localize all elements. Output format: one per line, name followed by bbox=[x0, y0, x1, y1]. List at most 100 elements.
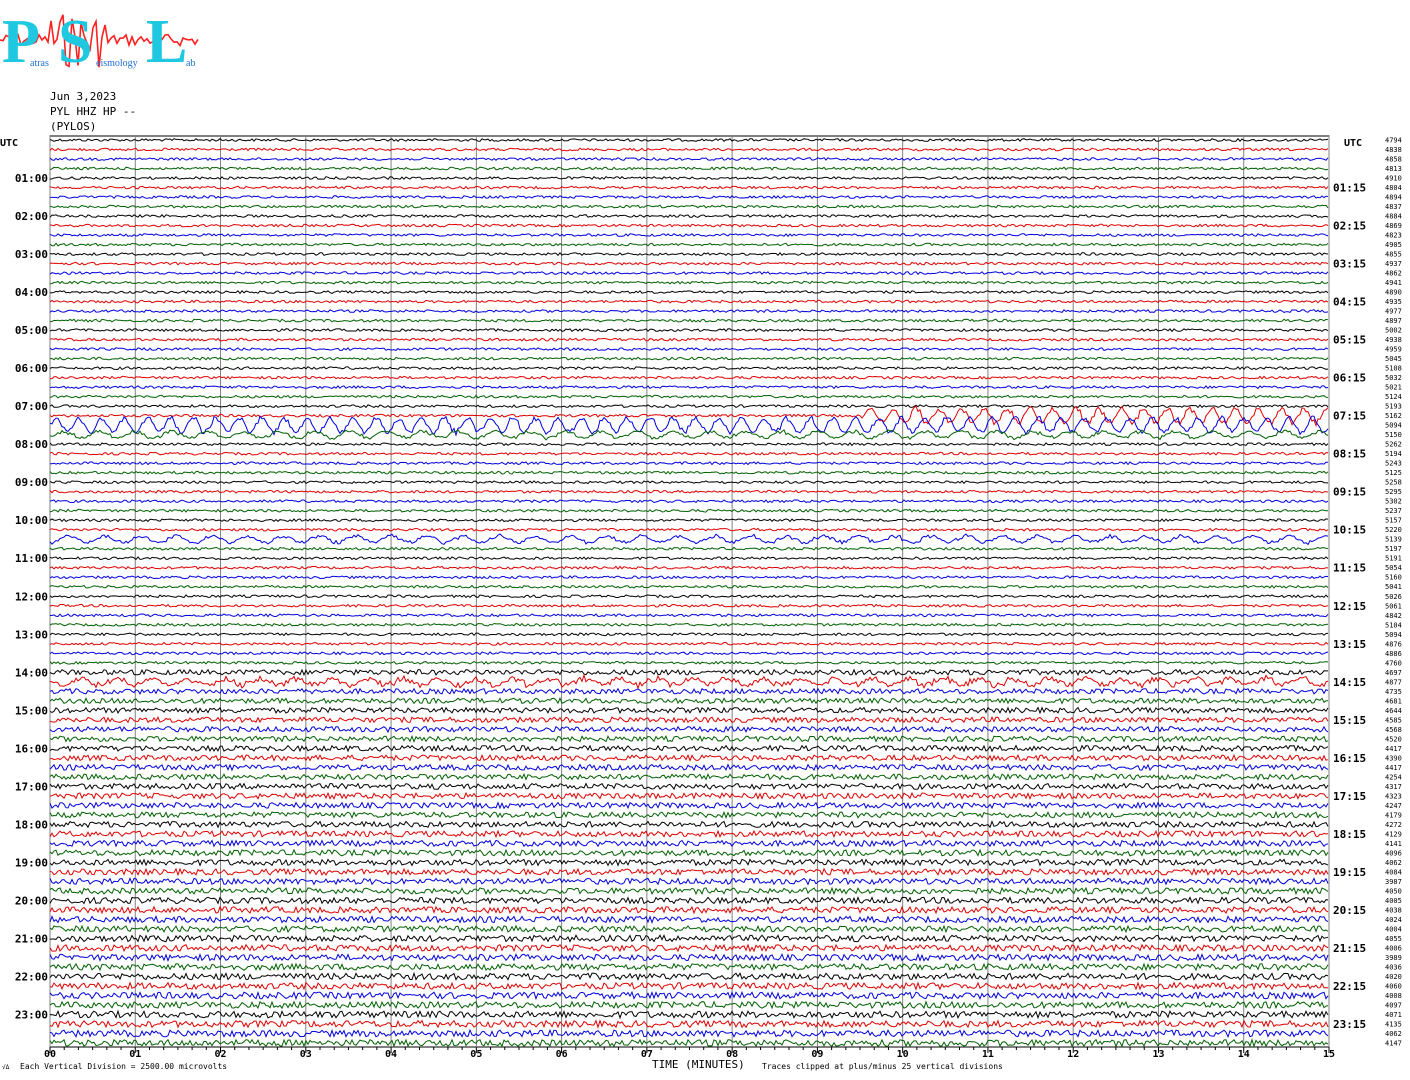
trace-value: 5302 bbox=[1385, 498, 1402, 506]
trace-value: 4804 bbox=[1385, 184, 1402, 192]
x-tick-label: 13 bbox=[1152, 1049, 1164, 1060]
hour-label-left: 02:00 bbox=[15, 210, 48, 223]
hour-label-right: 19:15 bbox=[1333, 866, 1366, 879]
trace-value: 4838 bbox=[1385, 146, 1402, 154]
trace-line bbox=[49, 673, 1329, 690]
trace-value: 4096 bbox=[1385, 849, 1402, 857]
trace-value: 4644 bbox=[1385, 707, 1402, 715]
right-axis-title: UTC bbox=[1344, 138, 1362, 149]
hour-label-left: 10:00 bbox=[15, 514, 48, 527]
trace-line bbox=[49, 660, 1329, 665]
trace-line bbox=[49, 725, 1329, 734]
trace-value: 5125 bbox=[1385, 469, 1402, 477]
trace-value: 4272 bbox=[1385, 821, 1402, 829]
trace-line bbox=[49, 404, 1329, 409]
trace-line bbox=[49, 575, 1329, 580]
trace-line bbox=[50, 613, 1329, 618]
trace-line bbox=[49, 1038, 1329, 1048]
trace-value: 5061 bbox=[1385, 602, 1402, 610]
trace-line bbox=[49, 848, 1329, 857]
x-tick-label: 10 bbox=[897, 1049, 909, 1060]
hour-label-left: 16:00 bbox=[15, 742, 48, 755]
x-tick-label: 09 bbox=[811, 1049, 823, 1060]
trace-value: 4247 bbox=[1385, 802, 1402, 810]
trace-value: 3987 bbox=[1385, 878, 1402, 886]
trace-value: 4129 bbox=[1385, 830, 1402, 838]
trace-line bbox=[49, 584, 1329, 589]
trace-value: 5295 bbox=[1385, 488, 1402, 496]
trace-value: 4062 bbox=[1385, 859, 1402, 867]
hour-label-left: 12:00 bbox=[15, 590, 48, 603]
trace-value: 4071 bbox=[1385, 1011, 1402, 1019]
trace-line bbox=[49, 632, 1329, 637]
trace-line bbox=[49, 356, 1329, 361]
trace-line bbox=[49, 1019, 1329, 1030]
trace-value: 4141 bbox=[1385, 840, 1402, 848]
trace-line bbox=[49, 801, 1329, 810]
trace-line bbox=[49, 603, 1329, 608]
trace-line bbox=[49, 1009, 1329, 1020]
hour-label-right: 10:15 bbox=[1333, 524, 1366, 537]
trace-line bbox=[49, 518, 1329, 523]
trace-line bbox=[49, 233, 1329, 238]
trace-line bbox=[49, 622, 1329, 627]
trace-line bbox=[49, 962, 1329, 972]
trace-value: 4905 bbox=[1385, 241, 1402, 249]
trace-value: 4735 bbox=[1385, 688, 1402, 696]
hour-label-left: 14:00 bbox=[15, 666, 48, 679]
hour-label-right: 09:15 bbox=[1333, 486, 1366, 499]
trace-value: 5194 bbox=[1385, 450, 1402, 458]
trace-line bbox=[49, 915, 1329, 924]
hour-label-left: 17:00 bbox=[15, 780, 48, 793]
trace-line bbox=[49, 499, 1329, 504]
trace-value: 5045 bbox=[1385, 355, 1402, 363]
hour-label-right: 20:15 bbox=[1333, 904, 1366, 917]
trace-line bbox=[49, 309, 1329, 314]
trace-line bbox=[49, 934, 1329, 943]
hour-label-left: 11:00 bbox=[15, 552, 48, 565]
hour-label-right: 17:15 bbox=[1333, 790, 1366, 803]
trace-line bbox=[49, 405, 1329, 428]
trace-line bbox=[49, 337, 1329, 342]
trace-value: 4254 bbox=[1385, 773, 1402, 781]
trace-line bbox=[49, 137, 1329, 142]
trace-value: 4179 bbox=[1385, 811, 1402, 819]
helicorder-plot: 00 01 02 03 04 05 06 07 08 09 10 11 12 13 14 15UTC UTC01… bbox=[0, 135, 1402, 1060]
trace-line bbox=[49, 280, 1329, 285]
trace-line bbox=[49, 744, 1329, 753]
trace-value: 4317 bbox=[1385, 783, 1402, 791]
trace-value: 4417 bbox=[1385, 745, 1402, 753]
hour-label-left: 04:00 bbox=[15, 286, 48, 299]
trace-line bbox=[49, 773, 1329, 781]
trace-value: 4006 bbox=[1385, 944, 1402, 952]
trace-value: 4008 bbox=[1385, 992, 1402, 1000]
trace-value: 4938 bbox=[1385, 336, 1402, 344]
trace-value: 4417 bbox=[1385, 764, 1402, 772]
trace-value: 4585 bbox=[1385, 716, 1402, 724]
trace-value: 4877 bbox=[1385, 678, 1402, 686]
trace-value: 4323 bbox=[1385, 792, 1402, 800]
trace-value: 4568 bbox=[1385, 726, 1402, 734]
trace-value: 4855 bbox=[1385, 251, 1402, 259]
hour-label-left: 19:00 bbox=[15, 856, 48, 869]
trace-value: 4135 bbox=[1385, 1020, 1402, 1028]
hour-label-right: 02:15 bbox=[1333, 220, 1366, 233]
trace-value: 4959 bbox=[1385, 346, 1402, 354]
trace-value: 4055 bbox=[1385, 935, 1402, 943]
hour-label-right: 11:15 bbox=[1333, 562, 1366, 575]
x-tick-label: 15 bbox=[1323, 1049, 1335, 1060]
hour-label-right: 04:15 bbox=[1333, 296, 1366, 309]
trace-value: 4941 bbox=[1385, 279, 1402, 287]
trace-value: 4050 bbox=[1385, 887, 1402, 895]
hour-label-left: 21:00 bbox=[15, 932, 48, 945]
trace-value: 4060 bbox=[1385, 982, 1402, 990]
trace-line bbox=[49, 508, 1329, 513]
x-tick-label: 02 bbox=[215, 1049, 227, 1060]
trace-value: 4062 bbox=[1385, 1030, 1402, 1038]
trace-line bbox=[49, 195, 1329, 200]
trace-line bbox=[49, 696, 1329, 705]
trace-line bbox=[49, 651, 1329, 656]
trace-line bbox=[49, 706, 1329, 715]
trace-line bbox=[49, 829, 1329, 839]
trace-value: 4024 bbox=[1385, 916, 1402, 924]
